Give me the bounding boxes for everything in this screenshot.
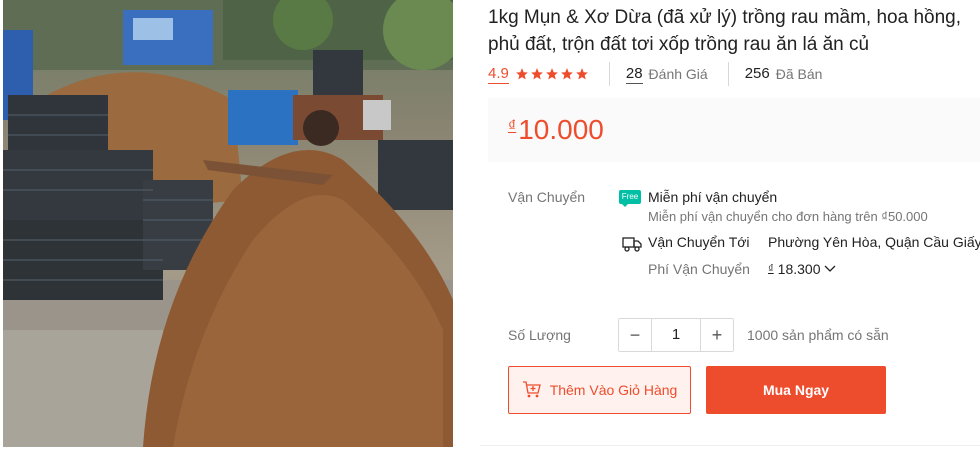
product-title-line-2: phủ đất, trộn đất tơi xốp trồng rau ăn l… [488, 34, 870, 55]
rating-summary: 4.9 28 Đánh Giá 256 Đã Bán [488, 62, 822, 86]
shipping-fee-currency: ₫ [768, 263, 774, 275]
product-title-line-1: 1kg Mụn & Xơ Dừa (đã xử lý) trồng rau mầ… [488, 7, 961, 28]
increase-quantity-button[interactable]: + [701, 319, 733, 351]
add-to-cart-icon [522, 381, 541, 398]
product-photo-drawing [3, 0, 453, 447]
star-icon [531, 68, 543, 80]
chevron-down-icon [825, 265, 836, 272]
divider [480, 445, 980, 446]
divider [608, 62, 610, 86]
star-icon [546, 68, 558, 80]
quantity-stepper: − 1 + [618, 318, 734, 352]
free-shipping-title: Miễn phí vận chuyển [648, 189, 778, 205]
free-shipping-subtitle: Miễn phí vận chuyển cho đơn hàng trên ₫5… [648, 209, 928, 224]
price-currency: ₫ [508, 118, 517, 135]
product-info-panel: 1kg Mụn & Xơ Dừa (đã xử lý) trồng rau mầ… [480, 0, 980, 458]
shipping-fee-dropdown[interactable]: ₫ 18.300 [768, 261, 836, 277]
product-image[interactable] [3, 0, 453, 447]
quantity-input[interactable]: 1 [651, 319, 701, 351]
rating-stars [515, 67, 589, 81]
shipping-fee-label: Phí Vận Chuyển [648, 261, 750, 277]
sold-label: Đã Bán [775, 66, 823, 82]
truck-icon [622, 237, 642, 252]
stock-available: 1000 sản phẩm có sẵn [747, 327, 889, 343]
star-icon [576, 68, 588, 80]
price-section: ₫ 10.000 [488, 98, 980, 162]
quantity-label: Số Lượng [508, 327, 571, 343]
decrease-quantity-button[interactable]: − [619, 319, 651, 351]
price-value: 10.000 [518, 114, 604, 145]
reviews-label: Đánh Giá [648, 66, 708, 82]
ship-to-label: Vận Chuyển Tới [648, 234, 750, 250]
buy-now-button[interactable]: Mua Ngay [706, 366, 886, 414]
star-icon [516, 68, 528, 80]
star-icon [561, 68, 573, 80]
shipping-fee-value: 18.300 [777, 261, 821, 277]
divider [727, 62, 729, 86]
rating-score[interactable]: 4.9 [488, 65, 509, 84]
add-to-cart-button[interactable]: Thêm Vào Giỏ Hàng [508, 366, 691, 414]
sold-count: 256 [744, 65, 770, 82]
reviews-count[interactable]: 28 [625, 65, 643, 84]
free-shipping-icon: Free [619, 190, 641, 207]
shipping-label: Vận Chuyển [508, 189, 586, 205]
product-title: 1kg Mụn & Xơ Dừa (đã xử lý) trồng rau mầ… [488, 4, 980, 58]
add-to-cart-label: Thêm Vào Giỏ Hàng [549, 382, 678, 398]
ship-to-address[interactable]: Phường Yên Hòa, Quận Cầu Giấy [768, 234, 980, 250]
